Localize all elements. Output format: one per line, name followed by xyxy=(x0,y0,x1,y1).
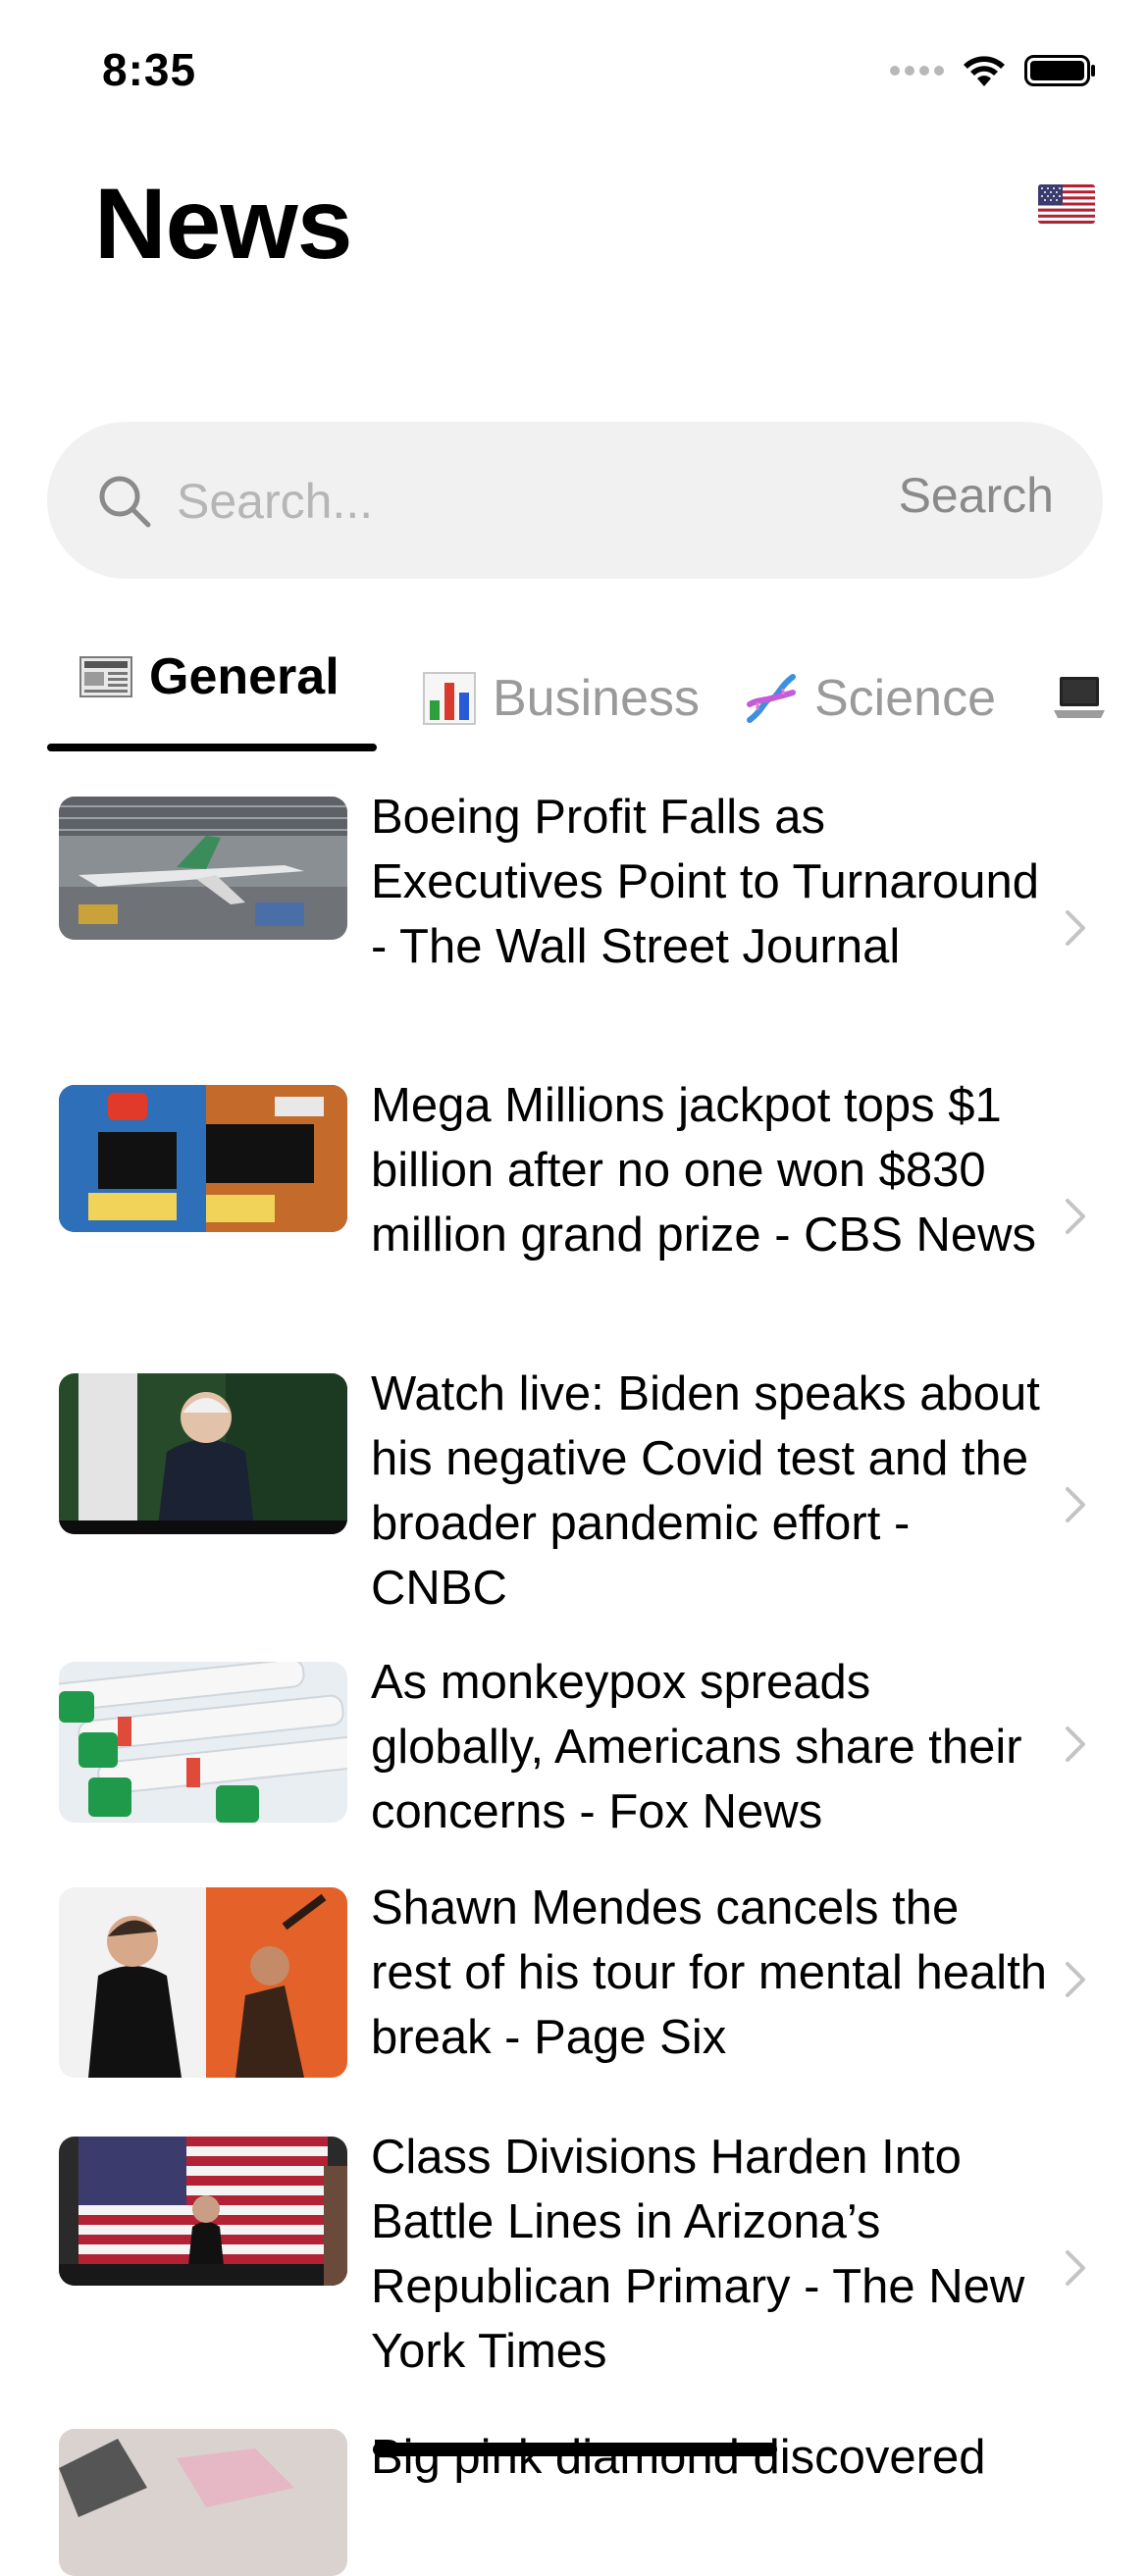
chevron-right-icon xyxy=(1066,1962,1085,1997)
search-icon xyxy=(99,476,151,528)
diamond-image xyxy=(59,2429,347,2576)
tab-label: Business xyxy=(493,670,700,727)
list-item[interactable]: Class Divisions Harden Into Battle Lines… xyxy=(0,2125,1148,2405)
tab-technology[interactable] xyxy=(1052,669,1122,724)
article-headline: As monkeypox spreads globally, Americans… xyxy=(371,1656,1022,1838)
search-bar: Search xyxy=(47,422,1103,579)
chevron-right-icon xyxy=(1066,1199,1085,1234)
tab-business[interactable]: Business xyxy=(422,669,700,728)
bar-chart-icon xyxy=(423,672,476,725)
chevron-right-icon xyxy=(1066,1487,1085,1522)
tab-general[interactable]: General xyxy=(78,647,339,706)
article-headline: Watch live: Biden speaks about his negat… xyxy=(371,1367,1040,1615)
status-icons xyxy=(890,53,1097,88)
dna-icon xyxy=(747,674,796,723)
monkeypox-test-tubes-image xyxy=(59,1662,347,1823)
article-headline: Mega Millions jackpot tops $1 billion af… xyxy=(371,1079,1037,1262)
tab-label: Science xyxy=(814,670,996,727)
chevron-right-icon xyxy=(1066,910,1085,946)
article-headline: Big pink diamond discovered xyxy=(371,2431,986,2484)
cellular-signal-icon xyxy=(890,66,944,76)
article-headline: Boeing Profit Falls as Executives Point … xyxy=(371,791,1039,973)
tab-label: General xyxy=(149,648,339,705)
newspaper-icon xyxy=(79,656,132,697)
list-item[interactable]: Shawn Mendes cancels the rest of his tou… xyxy=(0,1876,1148,2113)
status-time: 8:35 xyxy=(102,44,197,95)
shawn-mendes-image xyxy=(59,1887,347,2078)
wifi-icon xyxy=(964,56,1005,86)
american-flag-rally-image xyxy=(59,2137,347,2286)
biden-podium-image xyxy=(59,1373,347,1534)
list-item[interactable]: As monkeypox spreads globally, Americans… xyxy=(0,1650,1148,1868)
tab-science[interactable]: Science xyxy=(744,669,996,728)
search-input[interactable] xyxy=(175,459,787,543)
page-title: News xyxy=(94,168,352,280)
chevron-right-icon xyxy=(1066,2250,1085,2286)
active-tab-indicator xyxy=(47,744,377,751)
laptop-icon xyxy=(1054,677,1105,718)
list-item[interactable]: Boeing Profit Falls as Executives Point … xyxy=(0,785,1148,1065)
mega-millions-sign-image xyxy=(59,1085,347,1232)
chevron-right-icon xyxy=(1066,1726,1085,1762)
article-headline: Shawn Mendes cancels the rest of his tou… xyxy=(371,1881,1048,2064)
status-bar: 8:35 xyxy=(0,0,1148,137)
boeing-factory-image xyxy=(59,797,347,940)
list-item[interactable]: Watch live: Biden speaks about his negat… xyxy=(0,1362,1148,1642)
battery-icon xyxy=(1024,55,1095,86)
home-indicator xyxy=(373,2443,777,2456)
search-button[interactable]: Search xyxy=(899,467,1054,524)
list-item[interactable]: Mega Millions jackpot tops $1 billion af… xyxy=(0,1073,1148,1354)
us-flag-icon[interactable] xyxy=(1038,184,1095,224)
article-headline: Class Divisions Harden Into Battle Lines… xyxy=(371,2131,1025,2378)
